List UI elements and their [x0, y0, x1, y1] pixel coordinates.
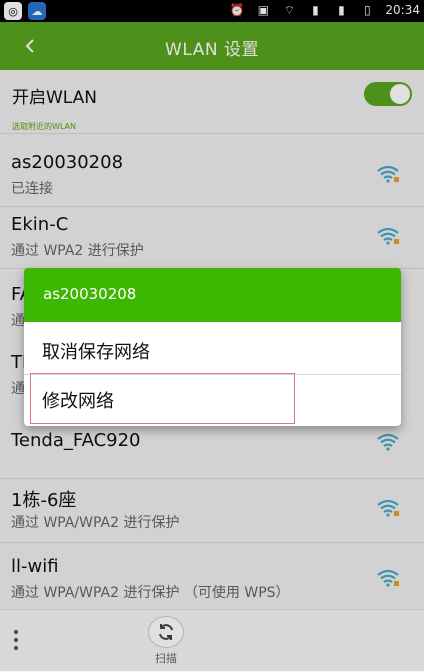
network-item-5[interactable]: 1栋-6座 通过 WPA/WPA2 进行保护 [0, 478, 424, 540]
more-button[interactable] [10, 624, 22, 656]
battery-icon: ▯ [364, 3, 371, 17]
dialog-title: as20030208 [43, 285, 137, 303]
network-options-dialog: as20030208 取消保存网络 修改网络 [24, 268, 401, 426]
network-item-0[interactable]: as20030208 已连接 [0, 144, 424, 206]
bottom-bar: 扫描 [0, 609, 424, 672]
divider [0, 133, 424, 134]
network-status: 通 [11, 381, 25, 397]
network-name: ll-wifi [11, 556, 59, 577]
cloud-icon: ☁ [28, 2, 46, 20]
refresh-icon [148, 616, 184, 648]
page-title: WLAN 设置 [165, 40, 259, 60]
wlan-toggle-row[interactable]: 开启WLAN [0, 70, 424, 118]
section-title: 选取附近的WLAN [12, 122, 77, 131]
divider [0, 542, 424, 543]
modify-network-option[interactable]: 修改网络 [30, 373, 295, 424]
status-time: 20:34 [385, 3, 420, 17]
nfc-icon: ▣ [257, 3, 270, 17]
network-status: 已连接 [11, 181, 53, 197]
network-name: as20030208 [11, 152, 124, 173]
more-dot [14, 630, 18, 634]
more-dot [14, 646, 18, 650]
option-label: 取消保存网络 [42, 342, 150, 363]
alarm-icon: ⏰ [229, 3, 245, 17]
option-label: 修改网络 [42, 391, 114, 412]
dialog-header: as20030208 [24, 268, 401, 322]
wifi-lock-icon [376, 566, 400, 590]
status-bar: ◎ ☁ ⏰ ▣ ⌔ ▮ ▮ ▯ 20:34 [0, 0, 424, 22]
network-name: Ekin-C [11, 214, 69, 235]
wlan-toggle-label: 开启WLAN [12, 88, 98, 108]
network-name: 1栋-6座 [11, 490, 77, 511]
sim2-icon: ▮ [338, 3, 345, 17]
sim1-icon: ▮ [312, 3, 319, 17]
network-name: Tenda_FAC920 [11, 430, 141, 451]
forget-network-option[interactable]: 取消保存网络 [24, 324, 401, 376]
camera-icon: ◎ [4, 2, 22, 20]
wifi-lock-icon [376, 224, 400, 248]
network-status: 通过 WPA/WPA2 进行保护 [11, 515, 180, 531]
network-item-6[interactable]: ll-wifi 通过 WPA/WPA2 进行保护 （可使用 WPS） [0, 548, 424, 610]
wifi-icon [376, 430, 400, 454]
app-header: WLAN 设置 [0, 22, 424, 70]
wifi-icon: ⌔ [283, 2, 296, 17]
wlan-switch[interactable] [364, 82, 412, 106]
network-item-1[interactable]: Ekin-C 通过 WPA2 进行保护 [0, 206, 424, 268]
network-status: 通 [11, 313, 25, 329]
switch-knob [390, 84, 410, 104]
more-dot [14, 638, 18, 642]
network-status: 通过 WPA2 进行保护 [11, 243, 144, 259]
wifi-lock-icon [376, 162, 400, 186]
scan-button[interactable]: 扫描 [146, 616, 186, 666]
wifi-lock-icon [376, 496, 400, 520]
scan-label: 扫描 [155, 652, 177, 665]
network-status: 通过 WPA/WPA2 进行保护 （可使用 WPS） [11, 585, 290, 601]
